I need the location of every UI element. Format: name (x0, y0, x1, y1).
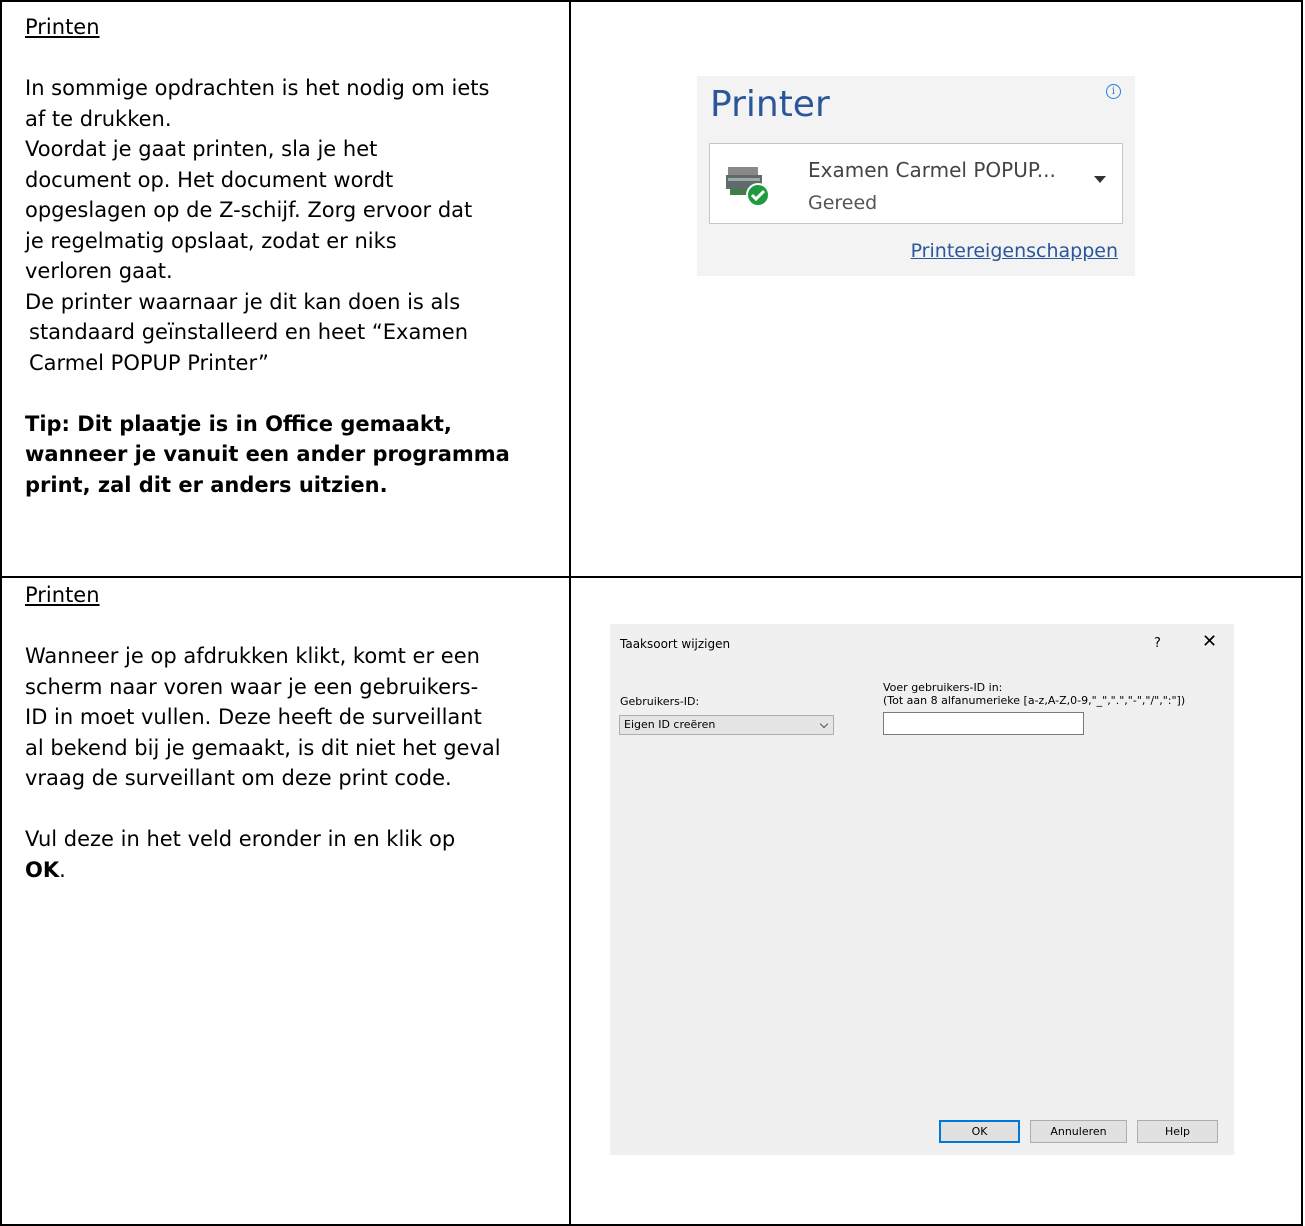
body-line: ID in moet vullen. Deze heeft de surveil… (25, 705, 482, 729)
user-id-label: Gebruikers-ID: (620, 695, 700, 708)
body-line: Vul deze in het veld eronder in en klik … (25, 827, 456, 851)
chevron-down-icon[interactable] (1094, 176, 1106, 183)
body-line: verloren gaat. (25, 259, 173, 283)
body-line: scherm naar voren waar je een gebruikers… (25, 674, 479, 699)
body-line: De printer waarnaar je dit kan doen is a… (25, 289, 461, 314)
printer-icon (726, 167, 770, 207)
body-line: je regelmatig opslaat, zodat er niks (25, 228, 397, 253)
info-icon[interactable]: i (1106, 84, 1121, 99)
user-id-select[interactable]: Eigen ID creëren (619, 715, 834, 735)
section1-text: Printen In sommige opdrachten is het nod… (2, 2, 555, 500)
body-line: vraag de surveillant om deze print code. (25, 766, 452, 790)
user-id-input[interactable] (883, 712, 1084, 735)
section2-text: Printen Wanneer je op afdrukken klikt, k… (2, 578, 555, 885)
cancel-button[interactable]: Annuleren (1030, 1120, 1127, 1143)
printer-title: Printer (710, 84, 830, 125)
printer-status: Gereed (808, 192, 878, 214)
section-heading: Printen (25, 583, 100, 607)
body-line: In sommige opdrachten is het nodig om ie… (25, 76, 490, 100)
chevron-down-icon (819, 719, 829, 729)
enter-user-id-label: Voer gebruikers-ID in: (Tot aan 8 alfanu… (883, 681, 1186, 707)
body-line: al bekend bij je gemaakt, is dit niet he… (25, 735, 501, 760)
printer-dropdown[interactable]: Examen Carmel POPUP... Gereed (709, 143, 1123, 224)
tip-line: Tip: Dit plaatje is in Office gemaakt, (25, 411, 452, 436)
body-line: Carmel POPUP Printer” (29, 350, 269, 375)
body-line: Voordat je gaat printen, sla je het (25, 137, 378, 161)
ok-button[interactable]: OK (939, 1120, 1020, 1143)
help-icon[interactable]: ? (1154, 636, 1161, 651)
left-cell: Printen In sommige opdrachten is het nod… (0, 0, 571, 578)
printer-name: Examen Carmel POPUP... (808, 158, 1056, 182)
change-job-type-dialog: Taaksoort wijzigen ? ✕ Gebruikers-ID: Ei… (610, 624, 1234, 1155)
tip-line: print, zal dit er anders uitzien. (25, 472, 388, 497)
close-icon[interactable]: ✕ (1202, 633, 1217, 651)
body-line: Wanneer je op afdrukken klikt, komt er e… (25, 644, 480, 668)
body-line: opgeslagen op de Z-schijf. Zorg ervoor d… (25, 198, 473, 222)
dialog-title: Taaksoort wijzigen (620, 637, 731, 651)
section-heading: Printen (25, 15, 100, 39)
body-line: standaard geïnstalleerd en heet “Examen (29, 320, 469, 344)
printer-properties-link[interactable]: Printereigenschappen (911, 240, 1118, 262)
printer-panel: Printer i Examen Carmel POPUP... Gereed … (697, 76, 1135, 276)
body-line: af te drukken. (25, 106, 172, 131)
ok-instruction: OK. (25, 857, 66, 882)
user-id-selected: Eigen ID creëren (624, 718, 716, 731)
left-cell: Printen Wanneer je op afdrukken klikt, k… (0, 576, 571, 1226)
help-button[interactable]: Help (1137, 1120, 1218, 1143)
tip-line: wanneer je vanuit een ander programma (25, 442, 510, 466)
body-line: document op. Het document wordt (25, 167, 394, 192)
